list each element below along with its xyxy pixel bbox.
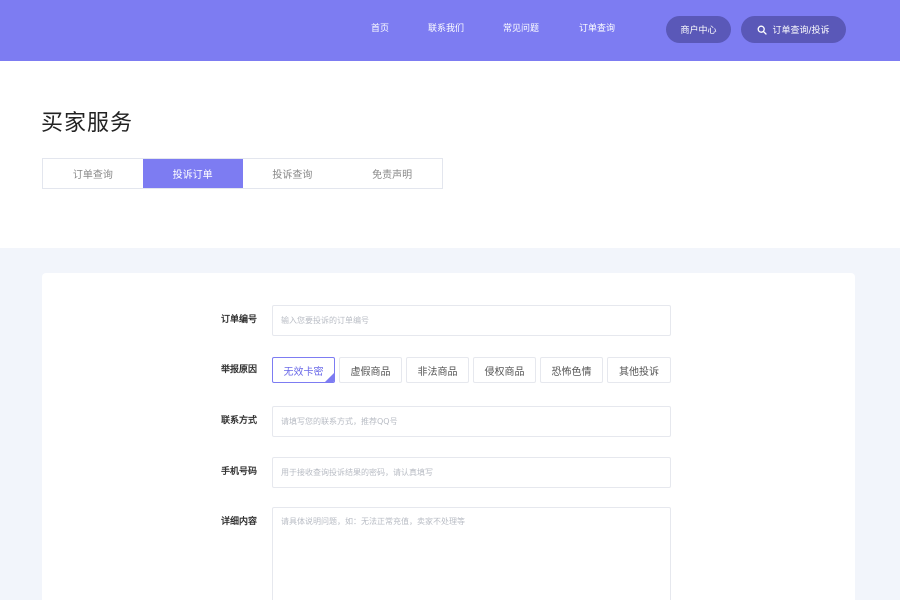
search-icon <box>758 25 768 35</box>
order-no-label: 订单编号 <box>221 315 258 325</box>
phone-label: 手机号码 <box>221 467 258 477</box>
detail-placeholder: 请具体说明问题，如：无法正常充值，卖家不处理等 <box>281 517 465 526</box>
reason-option-label: 非法商品 <box>417 366 458 378</box>
nav-home[interactable]: 首页 <box>371 22 389 36</box>
order-search-complaint-button[interactable]: 订单查询/投诉 <box>741 16 846 43</box>
tab-label: 订单查询 <box>72 170 113 181</box>
page-title: 买家服务 <box>41 111 134 136</box>
reason-option-infringing-goods[interactable]: 侵权商品 <box>473 357 536 383</box>
reason-option-illegal-goods[interactable]: 非法商品 <box>406 357 469 383</box>
phone-input[interactable]: 用于接收查询投诉结果的密码，请认真填写 <box>272 457 671 488</box>
service-tabs: 订单查询 投诉订单 投诉查询 免责声明 <box>42 158 443 189</box>
order-no-input[interactable]: 输入您要投诉的订单编号 <box>272 305 671 336</box>
reason-option-label: 侵权商品 <box>484 366 525 378</box>
reason-option-label: 其他投诉 <box>619 366 659 378</box>
detail-label: 详细内容 <box>221 517 258 527</box>
merchant-center-label: 商户中心 <box>680 26 717 36</box>
tab-disclaimer[interactable]: 免责声明 <box>342 159 442 188</box>
reason-option-other[interactable]: 其他投诉 <box>607 357 671 383</box>
order-no-placeholder: 输入您要投诉的订单编号 <box>281 316 369 325</box>
reason-option-label: 虚假商品 <box>350 366 391 378</box>
reason-option-label: 恐怖色情 <box>551 366 592 378</box>
nav-contact-us[interactable]: 联系我们 <box>428 22 464 36</box>
reason-option-terror-porn[interactable]: 恐怖色情 <box>540 357 603 383</box>
tab-complaint-order[interactable]: 投诉订单 <box>142 159 243 188</box>
merchant-center-button[interactable]: 商户中心 <box>666 16 731 43</box>
header-section <box>0 61 900 248</box>
reason-label: 举报原因 <box>221 365 258 375</box>
reason-option-fake-goods[interactable]: 虚假商品 <box>339 357 402 383</box>
nav-order-query[interactable]: 订单查询 <box>579 22 615 36</box>
contact-input[interactable]: 请填写您的联系方式，推荐QQ号 <box>272 406 671 437</box>
contact-label: 联系方式 <box>221 416 258 426</box>
tab-order-query[interactable]: 订单查询 <box>43 159 143 188</box>
order-search-complaint-label: 订单查询/投诉 <box>772 26 830 36</box>
tab-label: 投诉查询 <box>272 170 313 181</box>
tab-label: 免责声明 <box>372 170 413 181</box>
top-navbar: 首页 联系我们 常见问题 订单查询 商户中心 订单查询/投诉 <box>0 0 900 61</box>
detail-textarea[interactable]: 请具体说明问题，如：无法正常充值，卖家不处理等 <box>272 507 671 600</box>
selected-corner-icon <box>325 373 334 382</box>
contact-placeholder: 请填写您的联系方式，推荐QQ号 <box>281 417 398 426</box>
reason-option-label: 无效卡密 <box>283 366 324 378</box>
reason-option-invalid-card[interactable]: 无效卡密 <box>272 357 335 383</box>
tab-label: 投诉订单 <box>172 170 213 181</box>
tab-complaint-query[interactable]: 投诉查询 <box>243 159 343 188</box>
phone-placeholder: 用于接收查询投诉结果的密码，请认真填写 <box>281 468 433 477</box>
nav-faq[interactable]: 常见问题 <box>503 22 539 36</box>
